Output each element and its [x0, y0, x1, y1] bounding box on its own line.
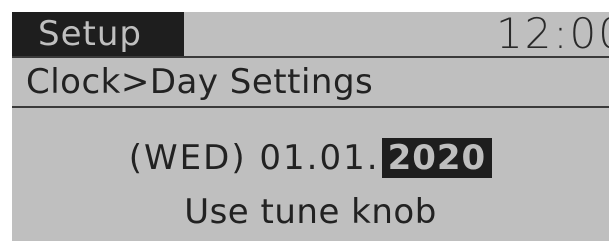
year-value-selected[interactable]: 2020 [381, 138, 493, 178]
weekday-value: (WED) [128, 138, 247, 178]
breadcrumb: Clock>Day Settings [26, 62, 374, 102]
header-bar: Setup 12:00 [12, 12, 609, 56]
clock-readout: 12:00 [495, 12, 609, 58]
date-setting-row: (WED) 01.01. 2020 [12, 138, 609, 178]
month-value[interactable]: 01. [319, 138, 379, 178]
day-value[interactable]: 01. [259, 138, 319, 178]
menu-title: Setup [12, 12, 184, 56]
head-unit-display: Setup 12:00 Clock>Day Settings (WED) 01.… [12, 12, 609, 241]
header-divider [12, 56, 609, 58]
breadcrumb-divider [12, 106, 609, 108]
instruction-text: Use tune knob [184, 192, 437, 232]
